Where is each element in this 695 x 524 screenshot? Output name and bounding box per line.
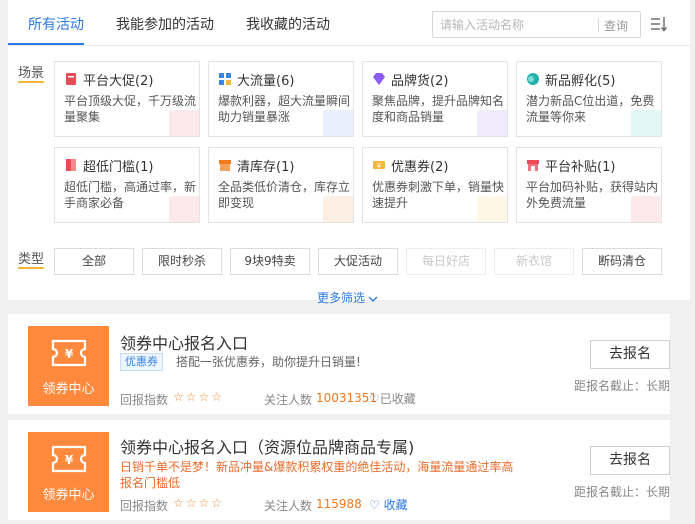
scene-card-title: 平台大促(2) xyxy=(83,74,154,89)
card-watermark xyxy=(323,196,353,222)
scene-card-coupon[interactable]: ¥ 优惠券(2) 优惠券刺激下单，销量快速提升 xyxy=(362,147,508,223)
scene-card-subsidy[interactable]: 平台补贴(1) 平台加码补贴，获得站内外免费流量 xyxy=(516,147,662,223)
search-box: 查询 xyxy=(432,11,641,38)
search-button[interactable]: 查询 xyxy=(604,17,628,34)
flag-icon xyxy=(66,73,76,85)
scene-card-new-product[interactable]: 新品孵化(5) 潜力新品C位出道，免费流量等你来 xyxy=(516,61,662,137)
type-filter-flash-sale[interactable]: 限时秒杀 xyxy=(142,248,222,275)
bubble-icon xyxy=(527,73,539,85)
scene-card-title: 优惠券(2) xyxy=(391,160,449,175)
card-watermark xyxy=(631,196,661,222)
favorite-toggle[interactable]: ♡ 收藏 xyxy=(369,496,408,513)
favorite-label: 已收藏 xyxy=(379,392,416,406)
logo-text: 领券中心 xyxy=(42,488,95,503)
deadline-text: 距报名截止：长期 xyxy=(574,485,671,499)
deadline-text: 距报名截止：长期 xyxy=(574,379,671,393)
scene-card-low-threshold[interactable]: 超低门槛(1) 超低门槛，高通过率，新手商家必备 xyxy=(54,147,200,223)
chevron-down-icon xyxy=(368,296,378,302)
tab-bar: 所有活动 我能参加的活动 我收藏的活动 查询 xyxy=(8,0,690,46)
type-filter-big-promo[interactable]: 大促活动 xyxy=(318,248,398,275)
card-watermark xyxy=(323,110,353,136)
scene-card-clearance[interactable]: 清库存(1) 全品类低价清仓，库存立即变现 xyxy=(208,147,354,223)
activity-title[interactable]: 领券中心报名入口（资源位品牌商品专属) xyxy=(120,434,414,458)
register-button[interactable]: 去报名 xyxy=(590,446,670,475)
search-input[interactable] xyxy=(440,16,590,34)
heart-icon: ♡ xyxy=(369,498,380,512)
activity-desc: 搭配一张优惠券，助你提升日销量! xyxy=(176,355,361,369)
type-filter-9-9-sale[interactable]: 9块9特卖 xyxy=(230,248,310,275)
type-filter-all[interactable]: 全部 xyxy=(54,248,134,275)
sort-icon[interactable] xyxy=(649,15,667,33)
activity-title[interactable]: 领券中心报名入口 xyxy=(120,330,248,354)
card-watermark xyxy=(169,110,199,136)
shop-icon xyxy=(527,160,539,171)
followers-count: 10031351 xyxy=(316,391,378,405)
card-watermark xyxy=(169,196,199,222)
active-tab-indicator xyxy=(8,43,84,45)
type-filter-new-clothes: 新衣馆 xyxy=(494,248,574,275)
svg-text:¥: ¥ xyxy=(65,347,74,361)
filter-panel: 所有活动 我能参加的活动 我收藏的活动 查询 场景 平台大促(2) 平台顶级大促… xyxy=(8,0,690,305)
favorite-label: 收藏 xyxy=(383,498,408,512)
type-filter-daily-shop: 每日好店 xyxy=(406,248,486,275)
tab-favorite-activities[interactable]: 我收藏的活动 xyxy=(246,14,330,34)
tab-eligible-activities[interactable]: 我能参加的活动 xyxy=(116,14,214,34)
coupon-center-logo: ¥ 领券中心 xyxy=(28,432,109,512)
scene-card-title: 超低门槛(1) xyxy=(83,160,154,175)
scene-card-title: 品牌货(2) xyxy=(391,74,449,89)
grid-icon xyxy=(219,73,231,85)
tab-all-activities[interactable]: 所有活动 xyxy=(28,14,84,34)
scene-card-brand-goods[interactable]: 品牌货(2) 聚焦品牌，提升品牌知名度和商品销量 xyxy=(362,61,508,137)
card-watermark xyxy=(631,110,661,136)
more-filters-label: 更多筛选 xyxy=(317,291,366,305)
followers-label: 关注人数 xyxy=(264,499,313,513)
coupon-center-logo: ¥ 领券中心 xyxy=(28,326,109,406)
return-index-stars: ☆☆☆☆ xyxy=(173,390,225,404)
logo-text: 领券中心 xyxy=(42,382,95,397)
search-divider xyxy=(598,18,599,32)
ticket-icon: ¥ xyxy=(51,445,87,473)
heart-icon: ♡ xyxy=(369,392,380,406)
more-filters-link[interactable]: 更多筛选 xyxy=(317,289,378,306)
scene-card-big-traffic[interactable]: 大流量(6) 爆款利器，超大流量瞬间助力销量暴涨 xyxy=(208,61,354,137)
ticket-icon: ¥ xyxy=(51,339,87,367)
followers-count: 115988 xyxy=(316,497,362,511)
coupon-tag: 优惠券 xyxy=(120,353,163,371)
diamond-icon xyxy=(373,73,385,85)
register-button[interactable]: 去报名 xyxy=(590,340,670,369)
svg-text:¥: ¥ xyxy=(65,453,74,467)
card-watermark xyxy=(477,196,507,222)
type-section-label: 类型 xyxy=(18,252,45,269)
return-index-stars: ☆☆☆☆ xyxy=(173,496,225,510)
return-index-label: 回报指数 xyxy=(120,499,169,513)
type-filter-broken-size-clearance[interactable]: 断码清仓 xyxy=(582,248,662,275)
scene-section-label: 场景 xyxy=(18,66,45,83)
scene-card-platform-promo[interactable]: 平台大促(2) 平台顶级大促，千万级流量聚集 xyxy=(54,61,200,137)
scene-card-title: 新品孵化(5) xyxy=(545,74,616,89)
coupon-icon: ¥ xyxy=(373,161,385,170)
card-watermark xyxy=(477,110,507,136)
favorite-toggle[interactable]: ♡已收藏 xyxy=(369,390,416,407)
door-icon xyxy=(66,159,76,171)
scene-card-title: 清库存(1) xyxy=(237,160,295,175)
box-icon xyxy=(219,160,231,171)
return-index-label: 回报指数 xyxy=(120,393,169,407)
activity-item: ¥ 领券中心 领券中心报名入口（资源位品牌商品专属) 日销千单不是梦！新品冲量&… xyxy=(8,420,670,520)
followers-label: 关注人数 xyxy=(264,393,313,407)
activity-item: ¥ 领券中心 领券中心报名入口 优惠券 搭配一张优惠券，助你提升日销量! 回报指… xyxy=(8,314,670,414)
scene-card-title: 大流量(6) xyxy=(237,74,295,89)
activity-desc: 日销千单不是梦！新品冲量&爆款积累权重的绝佳活动，海量流量通过率高报名门槛低 xyxy=(120,460,514,490)
scene-card-title: 平台补贴(1) xyxy=(545,160,616,175)
svg-text:¥: ¥ xyxy=(377,162,382,170)
